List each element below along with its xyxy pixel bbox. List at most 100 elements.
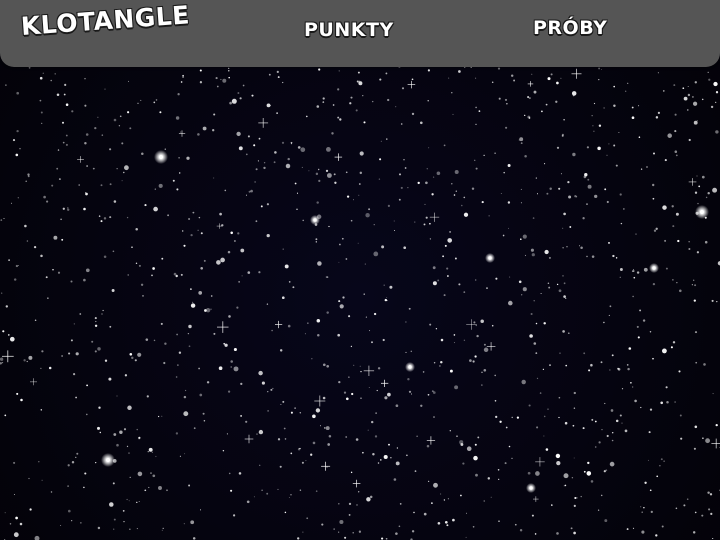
star [113,200,117,203]
star [619,268,623,271]
star [350,96,353,99]
star [29,508,32,511]
star [97,426,100,430]
star [666,400,669,404]
star [299,412,302,414]
star [338,300,341,303]
star [111,289,115,292]
star [357,242,359,244]
star [443,294,446,297]
star [644,481,647,484]
star [280,403,282,405]
star [514,523,517,526]
star [260,205,263,208]
star [333,173,336,176]
star [188,324,192,329]
star [419,121,423,125]
star [95,320,97,323]
star [609,461,615,467]
star [613,104,616,107]
star [404,167,407,169]
star [691,95,694,98]
star [46,200,49,203]
star [378,178,381,180]
star [261,381,265,385]
star [266,233,270,238]
star [433,482,438,488]
star [199,81,203,84]
star [183,395,187,399]
star [640,506,642,508]
star [398,173,402,176]
star [448,77,450,79]
star [84,142,87,145]
star [657,72,659,74]
star [466,446,472,452]
star [311,358,313,360]
star [363,293,365,295]
star [144,489,147,492]
star [348,315,351,318]
star [40,111,43,114]
star [350,345,353,348]
star [200,267,203,270]
star [423,223,426,226]
star [527,96,530,98]
star [99,431,102,434]
star [637,336,640,339]
star [148,447,153,452]
star [425,216,428,219]
star [638,136,641,138]
star [381,537,384,540]
star [138,436,141,439]
star [619,193,622,196]
star [162,527,164,530]
star [587,461,590,465]
star [615,419,619,423]
star [521,379,526,385]
star [339,243,341,246]
star [662,90,665,92]
star [131,246,133,249]
star [505,426,508,429]
star [121,142,124,145]
star [123,520,125,523]
star [413,511,415,514]
star [61,355,63,357]
star [226,433,228,435]
star [707,491,710,494]
star [410,350,413,353]
star [285,163,291,169]
star [124,165,129,171]
star [123,428,127,431]
star [687,93,691,97]
star [643,267,648,272]
star [558,187,561,190]
star [548,256,551,259]
star [5,305,8,308]
star [518,280,522,284]
star [460,443,464,446]
star [339,304,344,309]
star [451,92,453,94]
star [246,500,250,504]
star [694,331,698,334]
star [578,245,581,247]
star [518,139,520,141]
star [230,366,233,368]
star [318,168,320,171]
star [359,365,361,367]
star [227,390,231,393]
star [79,313,82,315]
star [365,212,370,218]
star [167,214,169,217]
star [583,352,586,355]
game-stage[interactable]: KLOTANGLE PUNKTY PRÓBY [0,0,720,540]
star [19,522,23,526]
star [33,245,37,249]
star [533,299,535,302]
star [435,328,438,330]
star [137,352,142,357]
star [443,499,446,501]
star [536,426,539,429]
